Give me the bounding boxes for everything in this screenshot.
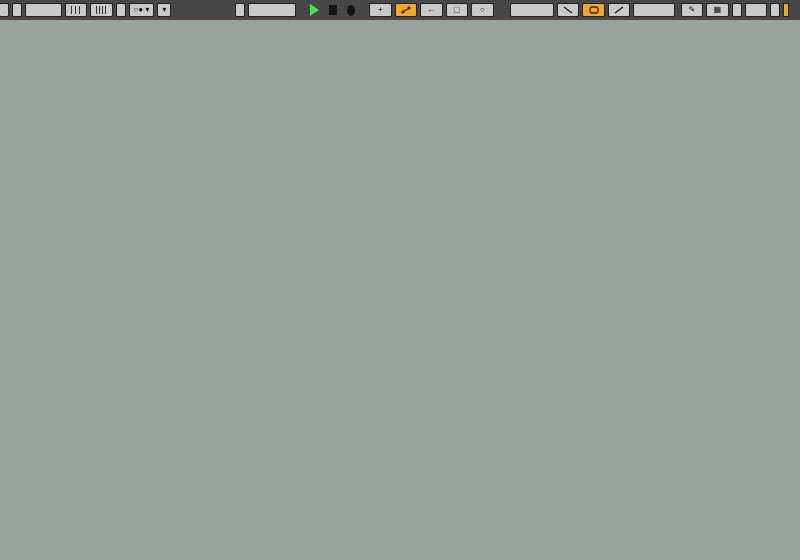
link-button[interactable] (0, 3, 9, 17)
cpu-meter (783, 3, 790, 17)
nudge-up-icon[interactable] (90, 3, 113, 17)
phase-nudge-buttons[interactable] (235, 3, 246, 17)
tap-tempo-button[interactable] (12, 3, 22, 17)
key-map-button[interactable] (731, 3, 742, 17)
play-button[interactable] (309, 4, 319, 16)
key-indicator (744, 3, 768, 17)
ableton-live-window: ○● ▾ ▾ + ← ▢ ○ ✎ ▦ (0, 0, 800, 560)
loop-length-field[interactable] (633, 3, 675, 17)
computer-midi-keyboard-icon[interactable]: ▦ (706, 3, 729, 17)
punch-in-icon[interactable] (557, 3, 580, 17)
nudge-down-icon[interactable] (64, 3, 88, 17)
punch-out-icon[interactable] (607, 3, 631, 17)
midi-map-button[interactable] (770, 3, 781, 17)
cpu-load (792, 4, 800, 16)
session-record-icon[interactable]: ○ (471, 3, 494, 17)
metronome-icon[interactable]: ○● ▾ (128, 3, 155, 17)
quantization-menu[interactable]: ▾ (157, 3, 172, 17)
time-signature-field[interactable] (115, 3, 126, 17)
overdub-plus-icon[interactable]: + (369, 3, 392, 17)
re-enable-automation-icon[interactable]: ← (420, 3, 443, 17)
record-button[interactable] (346, 4, 356, 16)
automation-arm-icon[interactable] (394, 3, 418, 17)
arrangement-position-field[interactable] (248, 3, 296, 17)
stop-button[interactable] (328, 5, 337, 15)
capture-midi-icon[interactable]: ▢ (445, 3, 469, 17)
draw-mode-icon[interactable]: ✎ (680, 3, 704, 17)
loop-switch-icon[interactable] (582, 3, 605, 17)
loop-start-field[interactable] (509, 3, 554, 17)
tempo-field[interactable] (25, 3, 62, 17)
transport-bar: ○● ▾ ▾ + ← ▢ ○ ✎ ▦ (0, 0, 800, 20)
